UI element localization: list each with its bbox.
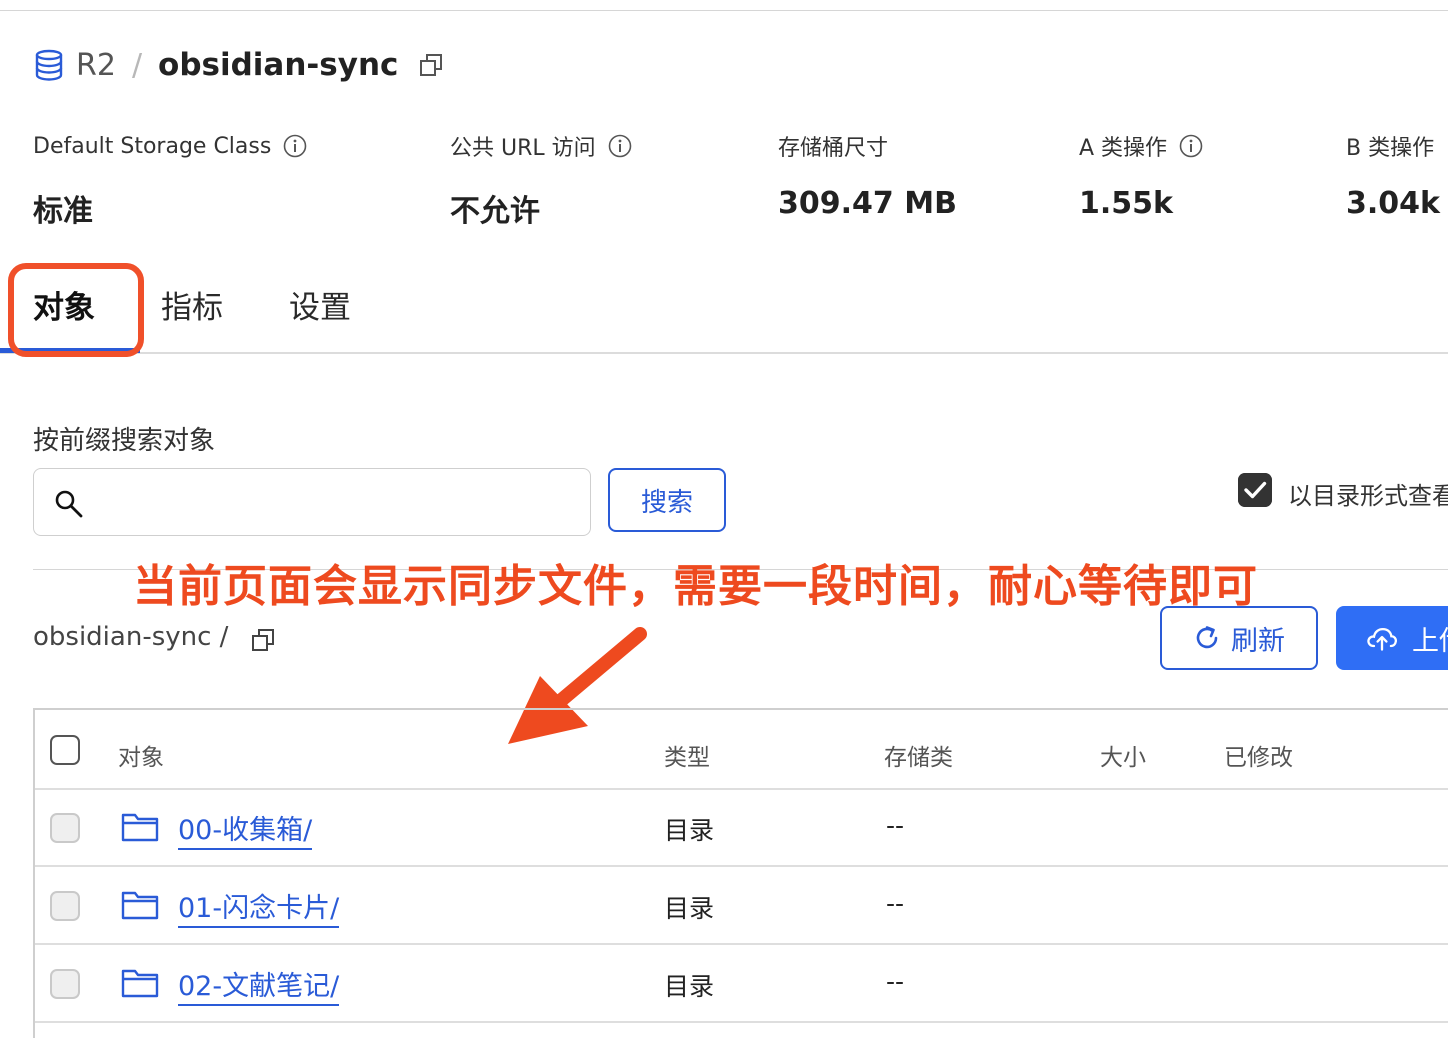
stat-class-b-operations: B 类操作 3.04k	[1346, 128, 1440, 221]
search-icon	[55, 490, 83, 518]
cell-storage-class: --	[886, 967, 905, 996]
refresh-button-label: 刷新	[1231, 625, 1285, 657]
breadcrumb-service-link[interactable]: R2	[76, 48, 116, 83]
refresh-button[interactable]: 刷新	[1160, 606, 1318, 670]
stat-default-storage-class: Default Storage Class 标准	[33, 128, 307, 230]
tab-metrics[interactable]: 指标	[161, 282, 223, 327]
folder-icon	[121, 969, 159, 998]
stat-value: 3.04k	[1346, 186, 1440, 221]
tab-settings[interactable]: 设置	[289, 282, 351, 327]
annotation-text: 当前页面会显示同步文件，需要一段时间，耐心等待即可	[133, 561, 1258, 612]
stat-label: A 类操作	[1079, 136, 1168, 161]
annotation-highlight-box	[8, 263, 144, 357]
stat-value: 标准	[33, 194, 93, 229]
breadcrumb: R2 / obsidian-sync	[34, 40, 444, 90]
row-checkbox[interactable]	[50, 969, 80, 999]
stat-public-url-access: 公共 URL 访问 不允许	[450, 128, 632, 230]
stat-class-a-operations: A 类操作 1.55k	[1079, 128, 1203, 221]
upload-button[interactable]: 上传	[1336, 606, 1448, 670]
table-divider	[35, 788, 1448, 790]
info-icon[interactable]	[283, 134, 307, 158]
cell-type: 目录	[664, 816, 715, 845]
select-all-checkbox[interactable]	[50, 735, 80, 765]
checkbox-checked-icon[interactable]	[1238, 473, 1272, 507]
tabs-divider	[0, 352, 1448, 354]
row-checkbox[interactable]	[50, 813, 80, 843]
folder-link[interactable]: 00-收集箱/	[178, 808, 313, 850]
stat-value: 1.55k	[1079, 186, 1173, 221]
row-checkbox[interactable]	[50, 891, 80, 921]
stat-label: 公共 URL 访问	[450, 136, 596, 161]
search-input[interactable]	[100, 479, 574, 525]
info-icon[interactable]	[1179, 134, 1203, 158]
refresh-icon	[1196, 626, 1218, 649]
copy-icon[interactable]	[418, 52, 444, 78]
cloud-upload-icon	[1367, 627, 1397, 651]
column-header-size[interactable]: 大小	[1100, 738, 1146, 772]
folder-icon	[121, 813, 159, 842]
stat-bucket-size: 存储桶尺寸 309.47 MB	[778, 128, 957, 221]
stat-label: Default Storage Class	[33, 133, 272, 159]
column-header-modified[interactable]: 已修改	[1224, 738, 1293, 772]
search-button[interactable]: 搜索	[608, 468, 726, 532]
column-header-type[interactable]: 类型	[664, 738, 710, 772]
copy-icon[interactable]	[250, 627, 276, 653]
column-header-storage-class[interactable]: 存储类	[884, 738, 953, 772]
table-row-divider	[35, 1021, 1448, 1023]
bucket-title: obsidian-sync	[158, 47, 399, 83]
upload-button-label: 上传	[1412, 625, 1448, 657]
top-divider	[0, 10, 1448, 11]
database-icon	[35, 49, 63, 81]
folder-icon	[121, 891, 159, 920]
cell-storage-class: --	[886, 811, 905, 840]
view-as-directory-label: 以目录形式查看	[1288, 482, 1448, 510]
stat-value: 309.47 MB	[778, 186, 957, 221]
cell-type: 目录	[664, 894, 715, 923]
stat-value: 不允许	[450, 194, 540, 229]
search-label: 按前缀搜索对象	[33, 426, 216, 456]
column-header-object[interactable]: 对象	[118, 738, 164, 772]
cell-storage-class: --	[886, 889, 905, 918]
folder-link[interactable]: 02-文献笔记/	[178, 964, 340, 1006]
breadcrumb-separator: /	[131, 47, 143, 83]
folder-link[interactable]: 01-闪念卡片/	[178, 886, 340, 928]
current-path: obsidian-sync /	[33, 622, 229, 652]
cell-type: 目录	[664, 972, 715, 1001]
table-row-divider	[35, 943, 1448, 945]
table-row-divider	[35, 865, 1448, 867]
stat-label: B 类操作	[1346, 136, 1435, 161]
stat-label: 存储桶尺寸	[778, 136, 889, 161]
info-icon[interactable]	[608, 134, 632, 158]
search-field[interactable]	[33, 468, 591, 536]
